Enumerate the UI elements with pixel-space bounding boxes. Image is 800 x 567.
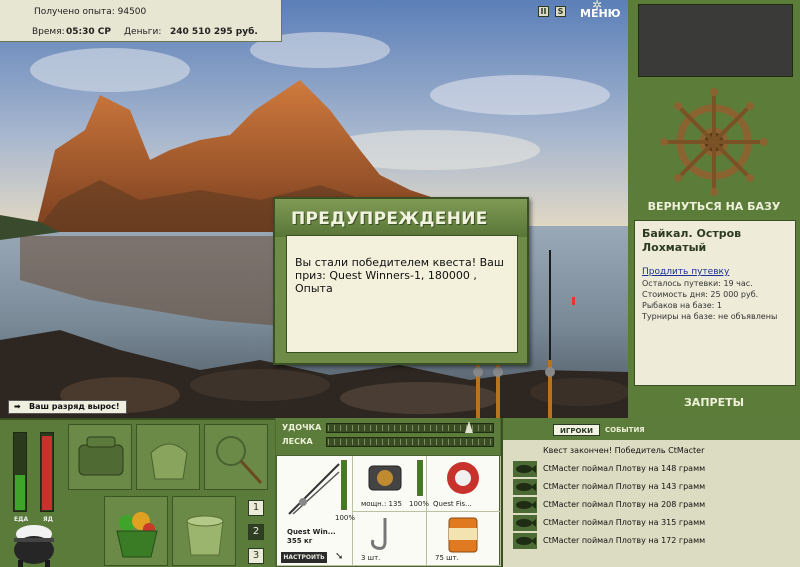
rank-up-notification[interactable]: ➡ Ваш разряд вырос! (8, 400, 127, 414)
hook-icon (371, 518, 387, 550)
money-label: Деньги: (124, 27, 162, 37)
experience-value: 94500 (117, 7, 147, 17)
fish-icon (513, 533, 537, 549)
reel-condition-bar (417, 460, 423, 496)
time-label: Время: (32, 27, 65, 37)
dialog-title: ПРЕДУПРЕЖДЕНИЕ (291, 209, 488, 229)
reel-condition: 100% (409, 500, 430, 508)
rod-tension-label: УДОЧКА (282, 423, 322, 432)
gear-slots: 100% Quest Win... 355 кг НАСТРОИТЬ ➘ мощ… (276, 455, 501, 567)
rank-up-text: Ваш разряд вырос! (29, 402, 120, 411)
line-name: Quest Fis... (433, 500, 472, 508)
rod-condition: 100% (335, 514, 356, 522)
base-panel: ВЕРНУТЬСЯ НА БАЗУ Байкал. Остров Лохматы… (628, 0, 800, 418)
warning-dialog[interactable]: ПРЕДУПРЕЖДЕНИЕ Вы стали победителем квес… (273, 197, 529, 365)
location-name: Байкал. Остров Лохматый (642, 227, 742, 254)
tackle-box-slot[interactable] (68, 424, 132, 490)
arrow-down-right-icon: ➘ (335, 551, 344, 562)
bait-slot[interactable]: 75 шт. (427, 512, 501, 566)
cauldron-icon[interactable] (8, 520, 60, 567)
bans-button[interactable]: ЗАПРЕТЫ (628, 396, 800, 409)
catch-event-text: CtMacter поймал Плотву на 208 грамм (543, 500, 706, 509)
reel-power: мощн.: 135 (361, 500, 402, 508)
list-item: CtMacter поймал Плотву на 148 грамм (513, 461, 799, 477)
tournaments-status: Турниры на базе: не объявлены (642, 312, 778, 321)
hook-slot[interactable]: 3 шт. (353, 512, 427, 566)
player-stats-panel: Получено опыта: 94500 Время: 05:30 СР Де… (0, 0, 282, 42)
catch-event-text: CtMacter поймал Плотву на 143 грамм (543, 482, 706, 491)
money-value: 240 510 295 руб. (170, 27, 258, 37)
voucher-remaining: Осталось путевки: 19 час. (642, 279, 753, 288)
landing-net-icon (216, 436, 263, 485)
rod-condition-bar (341, 460, 347, 510)
list-item: CtMacter поймал Плотву на 172 грамм (513, 533, 799, 549)
tackle-panel: УДОЧКА ЛЕСКА 100% Quest Win... 355 кг НА… (276, 418, 501, 567)
return-to-base-button[interactable]: ВЕРНУТЬСЯ НА БАЗУ (628, 200, 800, 213)
extend-voucher-link[interactable]: Продлить путевку (642, 267, 788, 277)
fish-icon (513, 461, 537, 477)
tackle-box-icon (78, 436, 124, 476)
ship-wheel-icon[interactable] (628, 88, 800, 198)
pause-button[interactable]: II (538, 6, 549, 17)
vegetable-basket-icon (116, 512, 158, 558)
window-controls: II S (538, 6, 566, 17)
event-feed-panel: ИГРОКИ СОБЫТИЯ Квест закончен! Победител… (501, 418, 800, 567)
sound-button[interactable]: S (555, 6, 566, 17)
time-value: 05:30 СР (66, 27, 111, 37)
menu-button[interactable]: ✲ МЕНЮ (580, 0, 621, 22)
list-item: CtMacter поймал Плотву на 143 грамм (513, 479, 799, 495)
line-tension-label: ЛЕСКА (282, 437, 313, 446)
day-cost: Стоимость дня: 25 000 руб. (642, 290, 759, 299)
rod-name: Quest Win... (287, 528, 336, 536)
catch-event-text: CtMacter поймал Плотву на 315 грамм (543, 518, 706, 527)
experience-label: Получено опыта: (34, 7, 115, 17)
event-feed: Квест закончен! Победитель CtMacter CtMa… (513, 446, 799, 551)
bag-icon (150, 443, 188, 480)
hook-count: 3 шт. (361, 554, 381, 562)
bucket-icon (186, 515, 224, 556)
bait-can-icon (448, 517, 478, 553)
feed-tab-bar: ИГРОКИ СОБЫТИЯ (503, 418, 800, 440)
landing-net-slot[interactable] (204, 424, 268, 490)
rod-slot[interactable]: 100% Quest Win... 355 кг НАСТРОИТЬ ➘ (277, 456, 356, 566)
inventory-tab-3[interactable]: 3 (248, 548, 264, 564)
fish-icon (513, 515, 537, 531)
poison-meter (40, 432, 54, 512)
setup-button[interactable]: НАСТРОИТЬ (281, 552, 327, 563)
rod-tension-bar (326, 421, 494, 433)
tab-players[interactable]: ИГРОКИ (553, 424, 600, 436)
vegetable-basket-slot[interactable] (104, 496, 168, 566)
rod-icon (288, 463, 340, 515)
bottom-panel: ЕДА ЯД 1 2 3 УДОЧКА ЛЕСКА 100% Quest Win… (0, 418, 800, 567)
tension-marker-icon (465, 421, 473, 433)
inventory-tab-2[interactable]: 2 (248, 524, 264, 540)
bucket-slot[interactable] (172, 496, 236, 566)
inventory-panel: ЕДА ЯД 1 2 3 (0, 418, 275, 567)
reel-icon (368, 465, 402, 491)
line-slot[interactable]: Quest Fis... (427, 456, 501, 512)
line-tension-bar (326, 437, 494, 447)
catch-event-text: CtMacter поймал Плотву на 172 грамм (543, 536, 706, 545)
fishing-line-spool-icon (447, 462, 479, 494)
reel-slot[interactable]: мощн.: 135 100% (353, 456, 430, 512)
list-item: CtMacter поймал Плотву на 208 грамм (513, 497, 799, 513)
rod-weight: 355 кг (287, 537, 313, 545)
quest-finished-message: Квест закончен! Победитель CtMacter (543, 446, 705, 455)
tab-events[interactable]: СОБЫТИЯ (599, 424, 651, 436)
fish-icon (513, 479, 537, 495)
base-info-card: Байкал. Остров Лохматый Продлить путевку… (634, 220, 796, 386)
inventory-tab-1[interactable]: 1 (248, 500, 264, 516)
gear-icon: ✲ (592, 0, 603, 12)
food-meter (13, 432, 27, 512)
bait-count: 75 шт. (435, 554, 459, 562)
catch-event-text: CtMacter поймал Плотву на 148 грамм (543, 464, 706, 473)
fishers-count: Рыбаков на базе: 1 (642, 301, 722, 310)
list-item: CtMacter поймал Плотву на 315 грамм (513, 515, 799, 531)
bag-slot[interactable] (136, 424, 200, 490)
arrow-right-icon: ➡ (14, 402, 21, 411)
player-portrait-slot (638, 4, 793, 77)
dialog-message: Вы стали победителем квеста! Ваш приз: Q… (286, 235, 518, 353)
fish-icon (513, 497, 537, 513)
